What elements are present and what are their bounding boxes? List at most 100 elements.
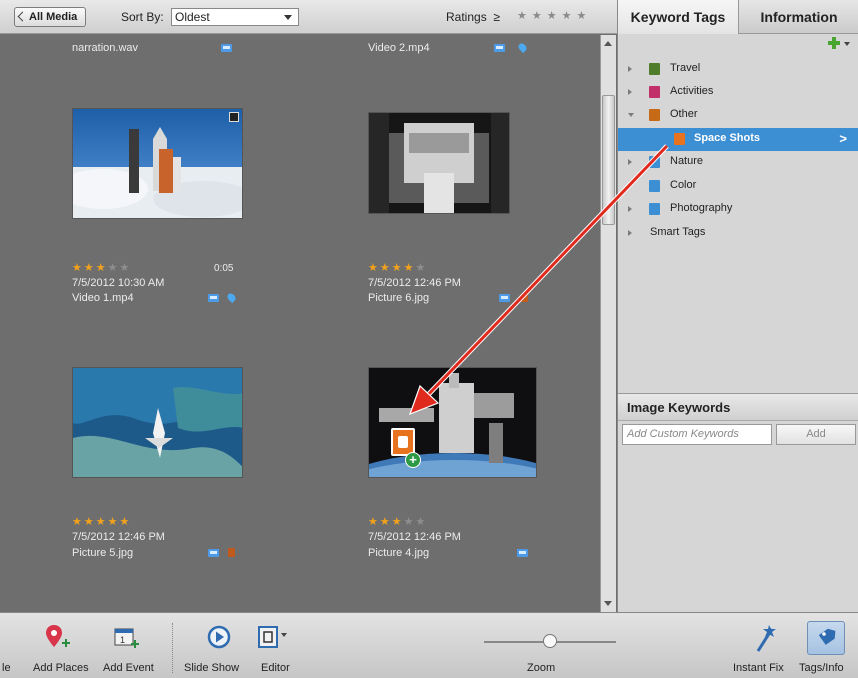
tag-category-icon (649, 156, 660, 168)
tag-category-icon (649, 86, 660, 98)
media-filename: Picture 5.jpg (72, 547, 134, 559)
add-event-label[interactable]: Add Event (103, 662, 154, 674)
ratings-filter-stars[interactable]: ★★★★★ (517, 9, 591, 22)
tree-item-photography[interactable]: Photography (618, 198, 858, 220)
instant-fix-wand-icon[interactable] (754, 621, 780, 653)
zoom-slider[interactable] (484, 634, 616, 648)
tree-item-label: Nature (670, 155, 704, 167)
truncated-label: le (2, 662, 11, 674)
tag-category-icon (649, 109, 660, 121)
media-thumbnail[interactable] (72, 367, 243, 478)
chevron-right-icon[interactable]: > (839, 131, 847, 146)
tree-item-label: Activities (670, 85, 714, 97)
rating-stars[interactable]: ★★★★★ (72, 261, 131, 274)
media-filename: Video 1.mp4 (72, 292, 134, 304)
add-event-calendar-icon[interactable]: 1 (114, 627, 140, 651)
editor-icon[interactable] (258, 626, 288, 648)
tree-item-label: Travel (670, 62, 701, 74)
sort-order-value: Oldest (175, 10, 210, 24)
video-duration: 0:05 (214, 263, 234, 274)
space-station-image (369, 368, 536, 477)
tree-item-activities[interactable]: Activities (618, 81, 858, 103)
tags-info-toggle-button[interactable] (807, 621, 845, 655)
tree-item-label: Color (670, 179, 697, 191)
zoom-slider-handle[interactable] (543, 634, 557, 648)
keyword-tag-icon (228, 548, 235, 557)
media-thumbnail[interactable] (368, 112, 510, 214)
tree-item-color[interactable]: Color (618, 175, 858, 197)
media-date: 7/5/2012 12:46 PM (72, 531, 165, 543)
tree-item-nature[interactable]: Nature (618, 151, 858, 173)
info-badge-icon (517, 549, 528, 557)
tree-item-label: Photography (670, 202, 733, 214)
expand-arrow-icon[interactable] (628, 159, 632, 165)
expand-arrow-icon[interactable] (628, 66, 632, 72)
tree-item-travel[interactable]: Travel (618, 58, 858, 80)
tree-item-label: Space Shots (694, 132, 761, 144)
tree-item-smart-tags[interactable]: Smart Tags (618, 222, 858, 244)
slide-show-label[interactable]: Slide Show (184, 662, 239, 674)
tree-item-label: Other (670, 108, 698, 120)
media-grid: narration.wav Video 2.mp4 ★★★★★ 0:05 7/5… (0, 35, 600, 612)
tags-info-label[interactable]: Tags/Info (799, 662, 844, 674)
info-badge-icon (221, 44, 232, 52)
add-keyword-plus-icon[interactable] (828, 37, 840, 49)
sort-order-dropdown[interactable]: Oldest (171, 8, 299, 26)
bottom-toolbar: le Add Places 1 Add Event Slide Show Edi… (0, 612, 858, 678)
tag-category-icon (649, 203, 660, 215)
collapse-arrow-icon[interactable] (628, 113, 634, 117)
media-thumbnail[interactable]: + (368, 367, 537, 478)
add-tag-icon: + (405, 452, 421, 468)
rating-stars[interactable]: ★★★★★ (368, 261, 427, 274)
instant-fix-label[interactable]: Instant Fix (733, 662, 784, 674)
tree-item-space-shots[interactable]: Space Shots > (618, 128, 858, 151)
expand-arrow-icon[interactable] (628, 89, 632, 95)
location-pin-icon (225, 291, 238, 304)
rating-stars[interactable]: ★★★★★ (72, 515, 131, 528)
panel-tabs: Keyword Tags Information (618, 0, 858, 34)
rating-stars[interactable]: ★★★★★ (368, 515, 427, 528)
grid-scrollbar[interactable] (600, 35, 616, 612)
scroll-up-arrow-icon[interactable] (604, 41, 612, 46)
tag-icon (674, 133, 685, 145)
expand-arrow-icon[interactable] (628, 183, 632, 189)
media-date: 7/5/2012 12:46 PM (368, 277, 461, 289)
editor-label[interactable]: Editor (261, 662, 290, 674)
shuttle-over-earth-image (73, 368, 242, 477)
video-clip-icon (229, 112, 239, 122)
tag-category-icon (649, 63, 660, 75)
media-filename: Picture 4.jpg (368, 547, 430, 559)
info-badge-icon (208, 294, 219, 302)
location-pin-icon (516, 41, 529, 54)
tag-category-icon (649, 180, 660, 192)
zoom-label: Zoom (527, 662, 556, 674)
media-date: 7/5/2012 12:46 PM (368, 531, 461, 543)
scrollbar-thumb[interactable] (602, 95, 615, 225)
expand-arrow-icon[interactable] (628, 230, 632, 236)
all-media-back-button[interactable]: All Media (14, 7, 87, 27)
chevron-down-icon[interactable] (844, 42, 850, 46)
tree-item-other[interactable]: Other (618, 104, 858, 126)
media-filename: Picture 6.jpg (368, 292, 430, 304)
ratings-filter-label: Ratings ≥ (446, 10, 500, 24)
expand-arrow-icon[interactable] (628, 206, 632, 212)
scroll-down-arrow-icon[interactable] (604, 601, 612, 606)
slide-show-play-icon[interactable] (207, 625, 231, 649)
tree-item-label: Smart Tags (650, 226, 706, 238)
media-thumbnail[interactable] (72, 108, 243, 219)
info-badge-icon (494, 44, 505, 52)
tab-information[interactable]: Information (739, 0, 858, 34)
tags-info-panel: Keyword Tags Information Travel Activiti… (617, 0, 858, 612)
media-date: 7/5/2012 10:30 AM (72, 277, 165, 289)
chevron-down-icon (284, 15, 292, 20)
media-toolbar: All Media Sort By: Oldest Ratings ≥ ★★★★… (0, 0, 618, 34)
image-keywords-header: Image Keywords (618, 393, 858, 421)
add-places-label[interactable]: Add Places (33, 662, 89, 674)
tab-keyword-tags[interactable]: Keyword Tags (618, 0, 739, 34)
toolbar-divider (172, 623, 173, 673)
add-places-pin-icon[interactable] (46, 625, 70, 653)
shuttle-bay-image (369, 113, 509, 213)
custom-keywords-input[interactable]: Add Custom Keywords (622, 424, 772, 445)
add-keyword-button[interactable]: Add (776, 424, 856, 445)
tag-icon (818, 628, 836, 645)
